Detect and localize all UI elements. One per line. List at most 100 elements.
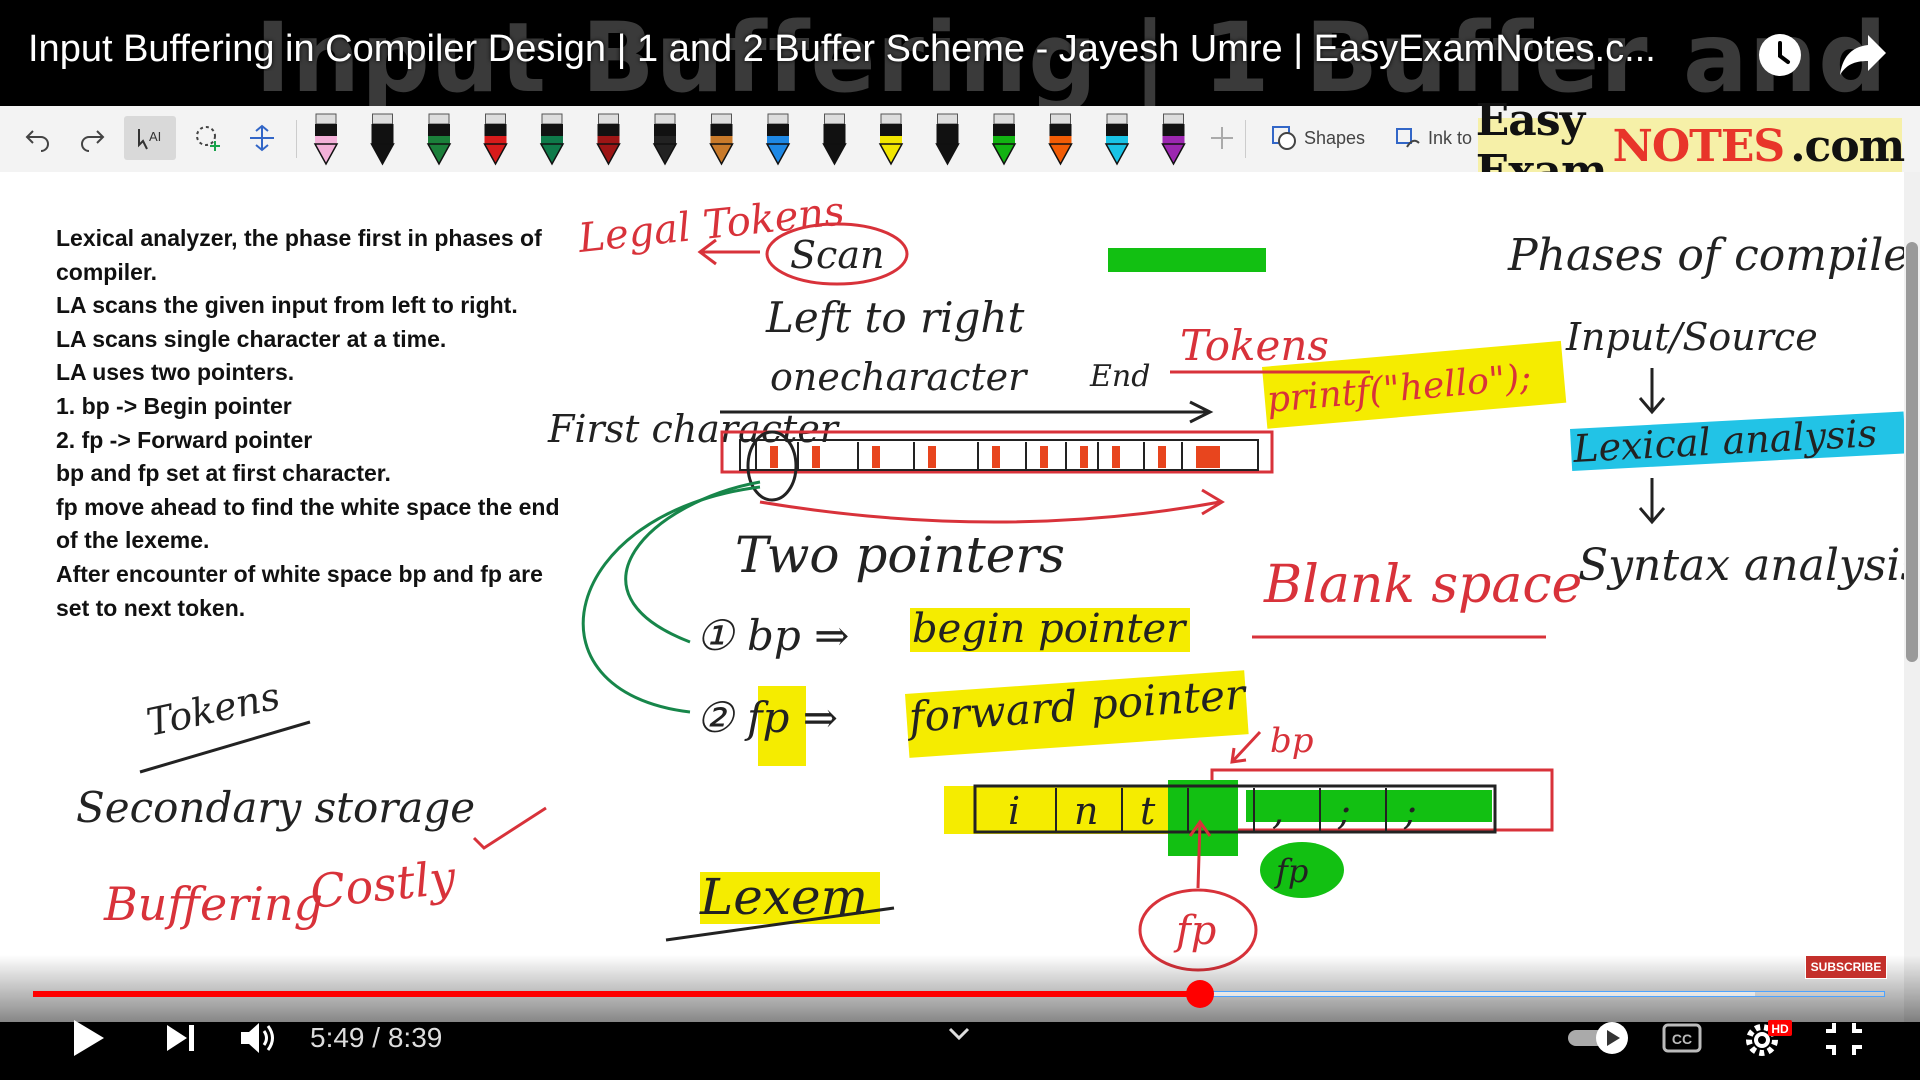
settings-gear-icon[interactable]: HD — [1744, 1018, 1792, 1060]
pen-7-icon[interactable] — [652, 113, 678, 166]
pen-13-icon[interactable] — [991, 113, 1017, 166]
secondary-storage-text: Secondary storage — [76, 783, 475, 832]
ink-to-label[interactable]: Ink to — [1428, 128, 1472, 149]
shapes-icon[interactable] — [1262, 116, 1306, 160]
one-character-text: onecharacter — [770, 355, 1029, 399]
player-controls — [0, 955, 1920, 1080]
bp-label-text: bp — [1270, 721, 1314, 761]
autoplay-toggle[interactable] — [1566, 1020, 1632, 1056]
subscribe-watermark[interactable]: SUBSCRIBE — [1805, 955, 1887, 979]
lexical-analysis-text: Lexical analysis — [1571, 411, 1878, 471]
duration: 8:39 — [387, 1022, 443, 1053]
buffer-char: i — [1008, 789, 1020, 833]
lasso-select-icon[interactable] — [186, 116, 230, 160]
pen-14-icon[interactable] — [1048, 113, 1073, 166]
chevron-down-icon[interactable] — [944, 1024, 974, 1044]
fp-line-text: ② fp ⇒ — [696, 693, 838, 742]
phase-arrow-1 — [1638, 368, 1666, 415]
next-video-icon[interactable] — [158, 1018, 202, 1058]
pen-16-icon[interactable] — [1161, 113, 1186, 166]
buffer-char: ; — [1337, 789, 1351, 833]
pen-4-icon[interactable] — [483, 113, 508, 166]
green-token-marks — [1108, 248, 1266, 272]
buffer-char: t — [1140, 789, 1156, 833]
handwritten-ink-layer: Legal Tokens Scan Left to right onechara… — [76, 188, 1904, 972]
fp-label-text: fp — [1274, 852, 1308, 890]
tokens-top-text: Tokens — [1180, 321, 1329, 370]
video-title-bar: Input Buffering | 1 Buffer and 2 Buffer … — [0, 0, 1920, 106]
current-time: 5:49 — [310, 1022, 365, 1053]
clock-icon[interactable] — [1758, 33, 1802, 77]
bp-line-text: ① bp ⇒ — [696, 611, 849, 660]
share-arrow-icon[interactable] — [1838, 31, 1888, 77]
board-scroll-thumb[interactable] — [1906, 242, 1918, 662]
play-icon[interactable] — [66, 1016, 110, 1060]
input-source-text: Input/Source — [1565, 315, 1818, 359]
buffer-char-mark — [872, 446, 880, 468]
scan-text: Scan — [790, 233, 884, 277]
video-title[interactable]: Input Buffering in Compiler Design | 1 a… — [28, 28, 1728, 71]
pen-10-icon[interactable] — [822, 113, 847, 166]
buffer-char: , — [1272, 789, 1284, 833]
checkmark — [472, 806, 547, 850]
pen-5-icon[interactable] — [539, 113, 565, 166]
buffering-text: Buffering — [103, 877, 323, 931]
begin-pointer-text: begin pointer — [912, 606, 1188, 652]
fp-label-2-text: fp — [1173, 908, 1216, 954]
add-pen-icon[interactable] — [1200, 116, 1244, 160]
scan-return-arrow — [759, 488, 1225, 524]
buffer-char-mark — [1040, 446, 1048, 468]
pen-tray — [313, 113, 1186, 166]
pen-15-icon[interactable] — [1104, 113, 1130, 166]
svg-text:AI: AI — [149, 129, 161, 144]
pen-2-icon[interactable] — [370, 113, 395, 166]
lexeme-text: Lexem — [699, 868, 868, 926]
buffer-char-mark — [812, 446, 820, 468]
buffer-char: ; — [1403, 789, 1417, 833]
pen-12-icon[interactable] — [935, 113, 960, 166]
toolbar-divider — [296, 120, 297, 158]
blank-space-text: Blank space — [1263, 555, 1582, 615]
exit-fullscreen-icon[interactable] — [1820, 1018, 1868, 1060]
ink-to-shape-icon[interactable] — [1386, 116, 1430, 160]
whiteboard-canvas[interactable]: Lexical analyzer, the phase first in pha… — [0, 172, 1904, 1022]
played-bar — [33, 991, 1200, 997]
shapes-label[interactable]: Shapes — [1304, 128, 1365, 149]
first-character-text: First character — [547, 407, 841, 451]
pen-3-icon[interactable] — [426, 113, 452, 166]
tokens-bottom-text: Tokens — [143, 674, 284, 745]
buffer-char-mark — [1080, 446, 1088, 468]
pen-1-icon[interactable] — [313, 113, 339, 166]
svg-text:CC: CC — [1672, 1031, 1692, 1047]
buffer-char: n — [1074, 789, 1098, 833]
toolbar-divider — [1245, 120, 1246, 158]
buffer-green-cell — [1168, 780, 1238, 856]
pen-8-icon[interactable] — [709, 113, 734, 166]
pen-11-icon[interactable] — [878, 113, 904, 166]
text-select-icon[interactable]: AI — [124, 116, 176, 160]
pen-9-icon[interactable] — [765, 113, 791, 166]
phase-arrow-2 — [1638, 478, 1666, 525]
hd-badge: HD — [1771, 1022, 1789, 1036]
undo-icon[interactable] — [16, 116, 60, 160]
progress-scrubber[interactable] — [1185, 980, 1214, 1008]
pen-6-icon[interactable] — [596, 113, 621, 166]
redo-icon[interactable] — [70, 116, 114, 160]
buffer-char-mark — [992, 446, 1000, 468]
bp-arrow — [1230, 730, 1262, 764]
easyexamnotes-logo: Easy Exam NOTES .com — [1476, 95, 1905, 197]
volume-icon[interactable] — [236, 1016, 282, 1060]
progress-bar[interactable] — [33, 980, 1885, 1008]
fp-connector — [581, 485, 761, 714]
time-display: 5:49 / 8:39 — [310, 1022, 443, 1053]
buffer-char-mark — [928, 446, 936, 468]
add-space-icon[interactable] — [240, 116, 284, 160]
costly-text: Costly — [308, 850, 460, 919]
buffer-char-mark — [1158, 446, 1166, 468]
buffer-char-mark — [770, 446, 778, 468]
end-text: End — [1089, 359, 1150, 394]
buffer-char-mark — [1196, 446, 1220, 468]
captions-icon[interactable]: CC — [1660, 1020, 1704, 1056]
board-scrollbar[interactable] — [1904, 172, 1920, 1022]
buffer-char-mark — [1112, 446, 1120, 468]
